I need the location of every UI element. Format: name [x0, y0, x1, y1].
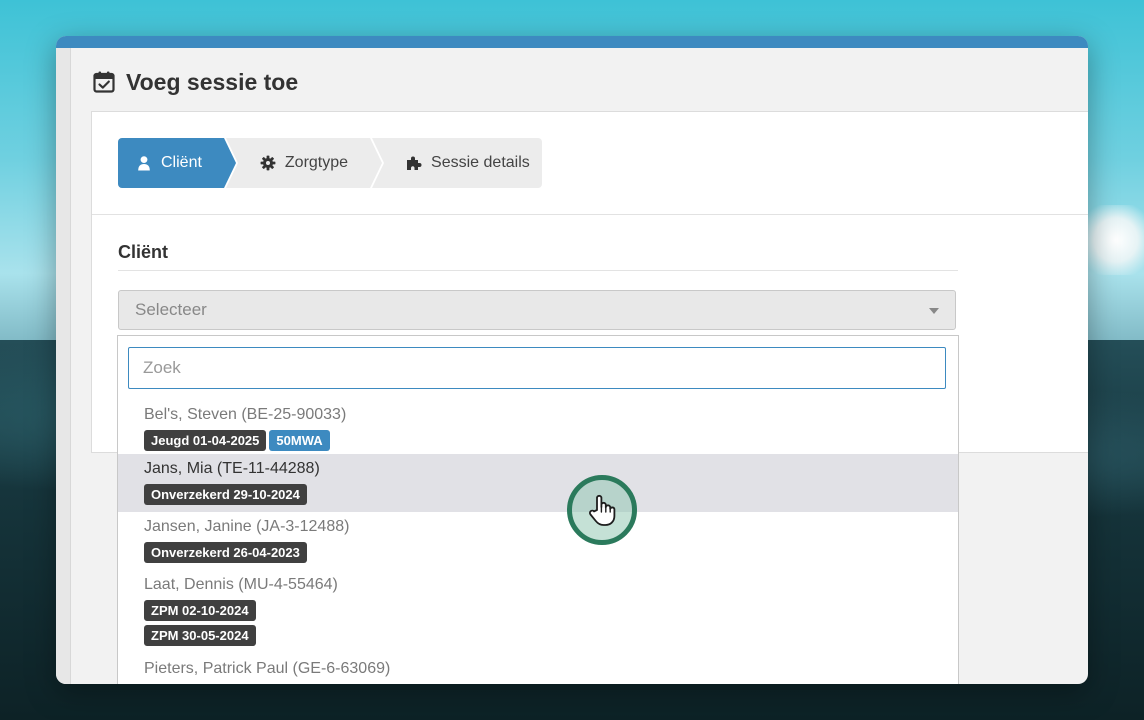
user-icon: [138, 156, 150, 171]
list-item[interactable]: Pieters, Patrick Paul (GE-6-63069): [118, 654, 958, 684]
list-item[interactable]: Laat, Dennis (MU-4-55464) ZPM 02-10-2024…: [118, 570, 958, 654]
client-dropdown: Bel's, Steven (BE-25-90033) Jeugd 01-04-…: [117, 335, 959, 684]
divider: [92, 214, 1088, 215]
step-arrow: [223, 138, 236, 188]
gear-icon: [260, 155, 276, 171]
step-session-details-label: Sessie details: [431, 154, 530, 171]
client-name: Jans, Mia (TE-11-44288): [144, 460, 320, 477]
window-topbar: [56, 36, 1088, 48]
chevron-down-icon: [929, 308, 939, 314]
client-name: Bel's, Steven (BE-25-90033): [144, 406, 347, 423]
cursor-indicator: [567, 475, 637, 545]
wizard-steps: Cliënt Zorgtype Sessie details: [118, 138, 542, 188]
page-title: Voeg sessie toe: [92, 66, 298, 98]
insurance-badge: Jeugd 01-04-2025: [144, 430, 267, 451]
search-input[interactable]: [128, 347, 946, 389]
step-care-type[interactable]: Zorgtype: [225, 138, 383, 188]
insurance-badge: ZPM 02-10-2024: [144, 600, 256, 621]
list-item[interactable]: Bel's, Steven (BE-25-90033) Jeugd 01-04-…: [118, 400, 958, 454]
client-select[interactable]: Selecteer: [118, 290, 956, 330]
step-care-type-label: Zorgtype: [284, 154, 349, 171]
left-rail: [56, 48, 71, 684]
step-client-label: Cliënt: [161, 154, 202, 171]
list-item[interactable]: Jans, Mia (TE-11-44288) Onverzekerd 29-1…: [118, 454, 958, 512]
step-arrow: [370, 138, 383, 188]
client-name: Laat, Dennis (MU-4-55464): [144, 576, 338, 593]
hand-pointer-icon: [589, 494, 616, 526]
client-field-label: Cliënt: [118, 242, 958, 271]
insurance-badge: Onverzekerd 29-10-2024: [144, 484, 307, 505]
step-client[interactable]: Cliënt: [118, 138, 236, 188]
calendar-check-icon: [93, 71, 115, 93]
step-session-details[interactable]: Sessie details: [372, 138, 542, 188]
page-title-text: Voeg sessie toe: [126, 68, 299, 95]
list-item[interactable]: Jansen, Janine (JA-3-12488) Onverzekerd …: [118, 512, 958, 570]
client-select-placeholder: Selecteer: [135, 300, 207, 319]
puzzle-icon: [407, 156, 422, 170]
client-name: Pieters, Patrick Paul (GE-6-63069): [144, 660, 391, 677]
code-badge: 50MWA: [269, 430, 330, 451]
client-name: Jansen, Janine (JA-3-12488): [144, 518, 350, 535]
app-window: Voeg sessie toe Cliënt Zorgtype Sessie d…: [56, 36, 1088, 684]
insurance-badge: Onverzekerd 26-04-2023: [144, 542, 307, 563]
insurance-badge: ZPM 30-05-2024: [144, 625, 256, 646]
